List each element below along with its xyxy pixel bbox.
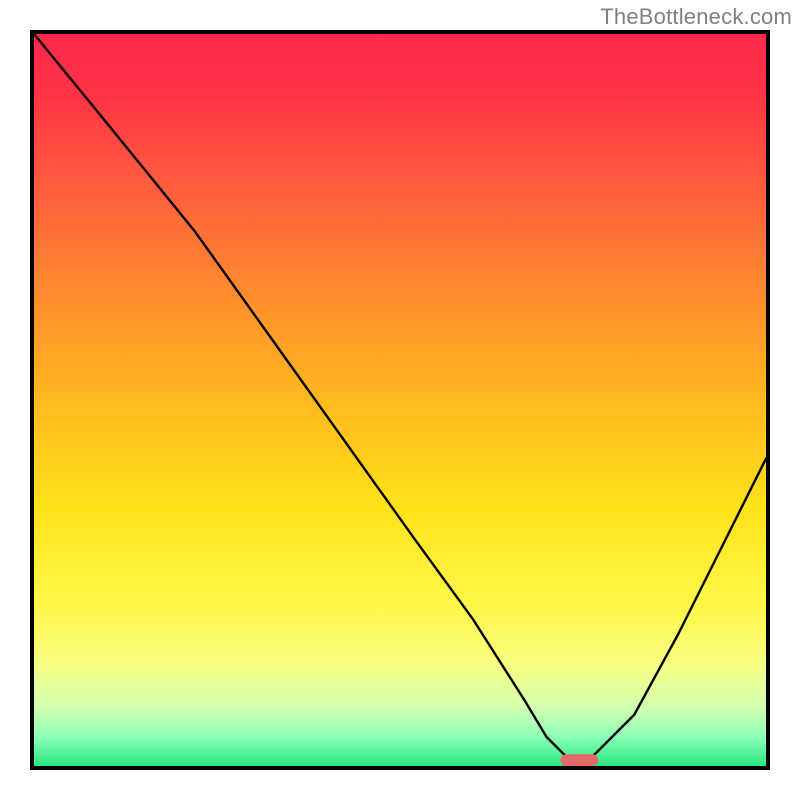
chart-frame xyxy=(30,30,770,770)
watermark-label: TheBottleneck.com xyxy=(600,4,792,30)
chart-container: TheBottleneck.com xyxy=(0,0,800,800)
optimal-marker xyxy=(560,754,598,766)
chart-svg xyxy=(34,34,766,766)
chart-background xyxy=(34,34,766,766)
